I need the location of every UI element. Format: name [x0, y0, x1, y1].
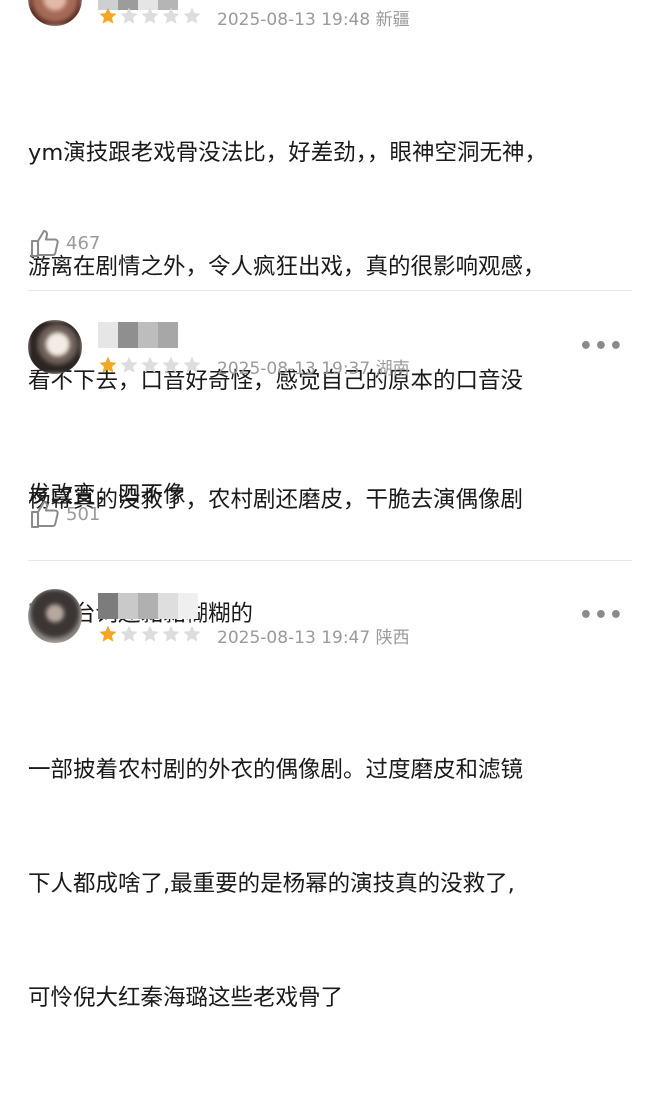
star-rating [98, 6, 202, 26]
star-empty-icon [162, 356, 180, 373]
star-empty-icon [120, 625, 138, 642]
star-empty-icon [183, 356, 201, 373]
review-location: 新疆 [375, 10, 410, 30]
star-filled-icon [99, 356, 117, 373]
review-meta: 2025-08-13 19:48 新疆 [217, 5, 410, 30]
star-empty-icon [183, 7, 201, 24]
review-meta: 2025-08-13 19:37 湖南 [217, 354, 410, 379]
more-dots-icon[interactable]: ••• [579, 603, 624, 628]
like-count: 501 [66, 503, 101, 525]
review-date: 2025-08-13 19:47 [217, 628, 371, 648]
review-date: 2025-08-13 19:37 [217, 359, 371, 379]
username-mosaic[interactable] [98, 593, 198, 619]
username-mosaic[interactable] [98, 322, 178, 348]
avatar[interactable] [28, 589, 82, 643]
star-rating [98, 355, 202, 375]
star-filled-icon [99, 625, 117, 642]
star-filled-icon [99, 7, 117, 24]
star-empty-icon [141, 7, 159, 24]
review-text: 一部披着农村剧的外衣的偶像剧。过度磨皮和滤镜 下人都成啥了,最重要的是杨幂的演技… [28, 757, 524, 1011]
review-meta: 2025-08-13 19:47 陕西 [217, 623, 410, 648]
review-date: 2025-08-13 19:48 [217, 10, 371, 30]
review-location: 陕西 [375, 628, 410, 648]
avatar[interactable] [28, 0, 82, 26]
like-button[interactable]: 467 [28, 226, 100, 260]
divider [28, 560, 632, 561]
star-empty-icon [120, 356, 138, 373]
star-empty-icon [120, 7, 138, 24]
more-dots-icon[interactable]: ••• [579, 334, 624, 359]
like-count: 467 [66, 232, 101, 254]
thumbs-up-icon [31, 501, 59, 528]
star-empty-icon [162, 7, 180, 24]
star-empty-icon [141, 356, 159, 373]
star-empty-icon [141, 625, 159, 642]
star-empty-icon [183, 625, 201, 642]
divider [28, 290, 632, 291]
avatar[interactable] [28, 320, 82, 374]
like-button[interactable]: 501 [28, 497, 100, 531]
review-location: 湖南 [375, 359, 410, 379]
star-empty-icon [162, 625, 180, 642]
thumbs-up-icon [31, 230, 59, 257]
review-text: 杨幂真的没救了，农村剧还磨皮，干脆去演偶像剧 啊，台词还黏黏糊糊的 [28, 487, 524, 627]
star-rating [98, 624, 202, 644]
